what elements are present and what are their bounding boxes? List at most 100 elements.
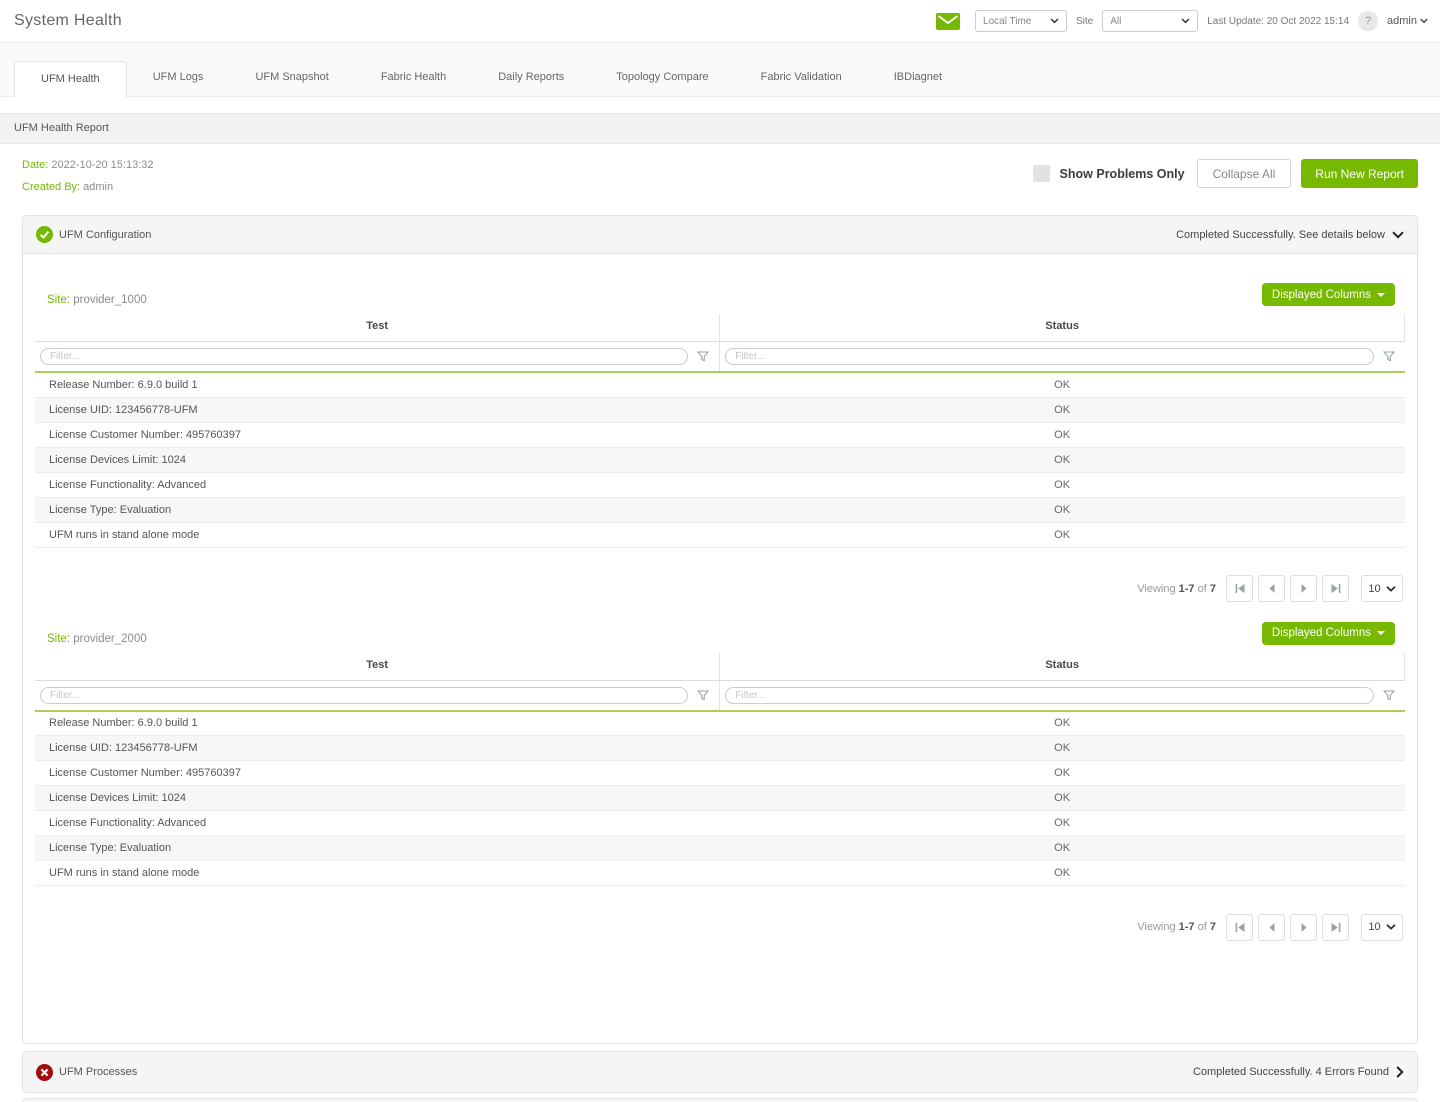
- table-row: UFM runs in stand alone modeOK: [35, 522, 1405, 547]
- status-cell: OK: [720, 811, 1405, 836]
- date-value: 2022-10-20 15:13:32: [51, 159, 153, 171]
- filter-funnel-icon[interactable]: [697, 351, 709, 362]
- status-cell: OK: [720, 397, 1405, 422]
- chevron-right-icon[interactable]: [1396, 1066, 1404, 1078]
- next-page-button[interactable]: [1290, 914, 1317, 941]
- displayed-columns-label: Displayed Columns: [1272, 289, 1371, 301]
- show-problems-checkbox[interactable]: [1033, 165, 1050, 182]
- test-cell: License Type: Evaluation: [35, 497, 720, 522]
- chevron-down-icon: [1181, 18, 1190, 24]
- tab-ufm-health[interactable]: UFM Health: [14, 61, 127, 97]
- displayed-columns-button[interactable]: Displayed Columns: [1262, 283, 1395, 306]
- site-line: Site: provider_1000: [47, 294, 147, 306]
- table-row: License Type: EvaluationOK: [35, 836, 1405, 861]
- filter-cell-test: [35, 342, 720, 373]
- ufm-processes-panel-header[interactable]: UFM Processes Completed Successfully. 4 …: [23, 1052, 1417, 1092]
- filter-cell-status: [720, 680, 1405, 711]
- ufm-configuration-title: UFM Configuration: [59, 229, 151, 241]
- next-page-button[interactable]: [1290, 575, 1317, 602]
- chevron-down-icon[interactable]: [1392, 231, 1404, 239]
- time-zone-select[interactable]: Local Time: [975, 10, 1067, 32]
- caret-down-icon: [1377, 631, 1385, 635]
- column-header-status[interactable]: Status: [720, 314, 1405, 342]
- status-filter-input[interactable]: [725, 687, 1373, 704]
- pagination-viewing-text: Viewing 1-7 of 7: [1137, 583, 1216, 595]
- top-bar-right: Local Time Site All Last Update: 20 Oct …: [936, 10, 1430, 32]
- column-header-test[interactable]: Test: [35, 653, 720, 681]
- site-label: Site:: [47, 294, 70, 306]
- pagination-total: 7: [1210, 583, 1216, 595]
- chevron-down-icon: [1050, 18, 1059, 24]
- displayed-columns-button[interactable]: Displayed Columns: [1262, 622, 1395, 645]
- status-cell: OK: [720, 786, 1405, 811]
- filter-cell-test: [35, 680, 720, 711]
- table-row: License Functionality: AdvancedOK: [35, 811, 1405, 836]
- success-check-icon: [36, 226, 53, 243]
- test-cell: License Devices Limit: 1024: [35, 786, 720, 811]
- ufm-configuration-panel-header[interactable]: UFM Configuration Completed Successfully…: [23, 216, 1417, 254]
- tab-fabric-health[interactable]: Fabric Health: [355, 60, 472, 96]
- filter-funnel-icon[interactable]: [697, 690, 709, 701]
- site-name: provider_2000: [73, 633, 147, 645]
- tab-ibdiagnet[interactable]: IBDiagnet: [868, 60, 968, 96]
- table-row: License Customer Number: 495760397OK: [35, 422, 1405, 447]
- error-x-icon: [36, 1064, 53, 1081]
- help-icon[interactable]: ?: [1358, 11, 1378, 31]
- test-cell: License Devices Limit: 1024: [35, 447, 720, 472]
- site-select-value: All: [1110, 16, 1121, 27]
- user-menu[interactable]: admin: [1387, 15, 1430, 27]
- status-cell: OK: [720, 472, 1405, 497]
- system-health-page: System Health Local Time Site All Last U…: [0, 0, 1440, 1102]
- test-cell: UFM runs in stand alone mode: [35, 861, 720, 886]
- previous-page-button[interactable]: [1258, 575, 1285, 602]
- filter-funnel-icon[interactable]: [1383, 690, 1395, 701]
- page-size-select[interactable]: 10: [1361, 914, 1403, 941]
- status-cell: OK: [720, 447, 1405, 472]
- previous-page-button[interactable]: [1258, 914, 1285, 941]
- status-cell: OK: [720, 711, 1405, 736]
- first-page-button[interactable]: [1226, 575, 1253, 602]
- last-update-text: Last Update: 20 Oct 2022 15:14: [1207, 16, 1349, 27]
- pagination-viewing-text: Viewing 1-7 of 7: [1137, 921, 1216, 933]
- pagination-bar: Viewing 1-7 of 7 10: [35, 548, 1405, 603]
- status-cell: OK: [720, 522, 1405, 547]
- site-row: Site: provider_1000 Displayed Columns: [35, 264, 1405, 314]
- test-filter-input[interactable]: [40, 687, 688, 704]
- tab-daily-reports[interactable]: Daily Reports: [472, 60, 590, 96]
- last-page-button[interactable]: [1322, 575, 1349, 602]
- test-filter-input[interactable]: [40, 348, 688, 365]
- page-size-select[interactable]: 10: [1361, 575, 1403, 602]
- next-panel-partial: [22, 1098, 1418, 1102]
- mail-icon[interactable]: [936, 13, 960, 30]
- column-header-test[interactable]: Test: [35, 314, 720, 342]
- table-row: License UID: 123456778-UFMOK: [35, 736, 1405, 761]
- column-header-status[interactable]: Status: [720, 653, 1405, 681]
- table-filter-row: [35, 680, 1405, 711]
- user-name: admin: [1387, 15, 1417, 27]
- status-filter-input[interactable]: [725, 348, 1373, 365]
- chevron-down-icon: [1420, 18, 1428, 24]
- collapse-all-button[interactable]: Collapse All: [1197, 159, 1292, 188]
- pagination-bar: Viewing 1-7 of 7 10: [35, 886, 1405, 941]
- ufm-processes-panel: UFM Processes Completed Successfully. 4 …: [22, 1051, 1418, 1093]
- tab-fabric-validation[interactable]: Fabric Validation: [735, 60, 868, 96]
- ufm-processes-title-group: UFM Processes: [36, 1064, 137, 1081]
- tab-topology-compare[interactable]: Topology Compare: [590, 60, 734, 96]
- last-page-button[interactable]: [1322, 914, 1349, 941]
- displayed-columns-label: Displayed Columns: [1272, 627, 1371, 639]
- caret-down-icon: [1377, 293, 1385, 297]
- status-cell: OK: [720, 497, 1405, 522]
- tab-ufm-snapshot[interactable]: UFM Snapshot: [229, 60, 354, 96]
- site-row: Site: provider_2000 Displayed Columns: [35, 603, 1405, 653]
- created-by-label: Created By:: [22, 181, 80, 193]
- test-cell: Release Number: 6.9.0 build 1: [35, 372, 720, 397]
- created-by-value: admin: [83, 181, 113, 193]
- run-new-report-button[interactable]: Run New Report: [1301, 159, 1418, 188]
- pagination-buttons: [1226, 914, 1349, 941]
- ufm-processes-title: UFM Processes: [59, 1066, 137, 1078]
- site-select[interactable]: All: [1102, 10, 1198, 32]
- tab-ufm-logs[interactable]: UFM Logs: [127, 60, 230, 96]
- site-section: Site: provider_2000 Displayed Columns Te…: [35, 603, 1405, 942]
- filter-funnel-icon[interactable]: [1383, 351, 1395, 362]
- first-page-button[interactable]: [1226, 914, 1253, 941]
